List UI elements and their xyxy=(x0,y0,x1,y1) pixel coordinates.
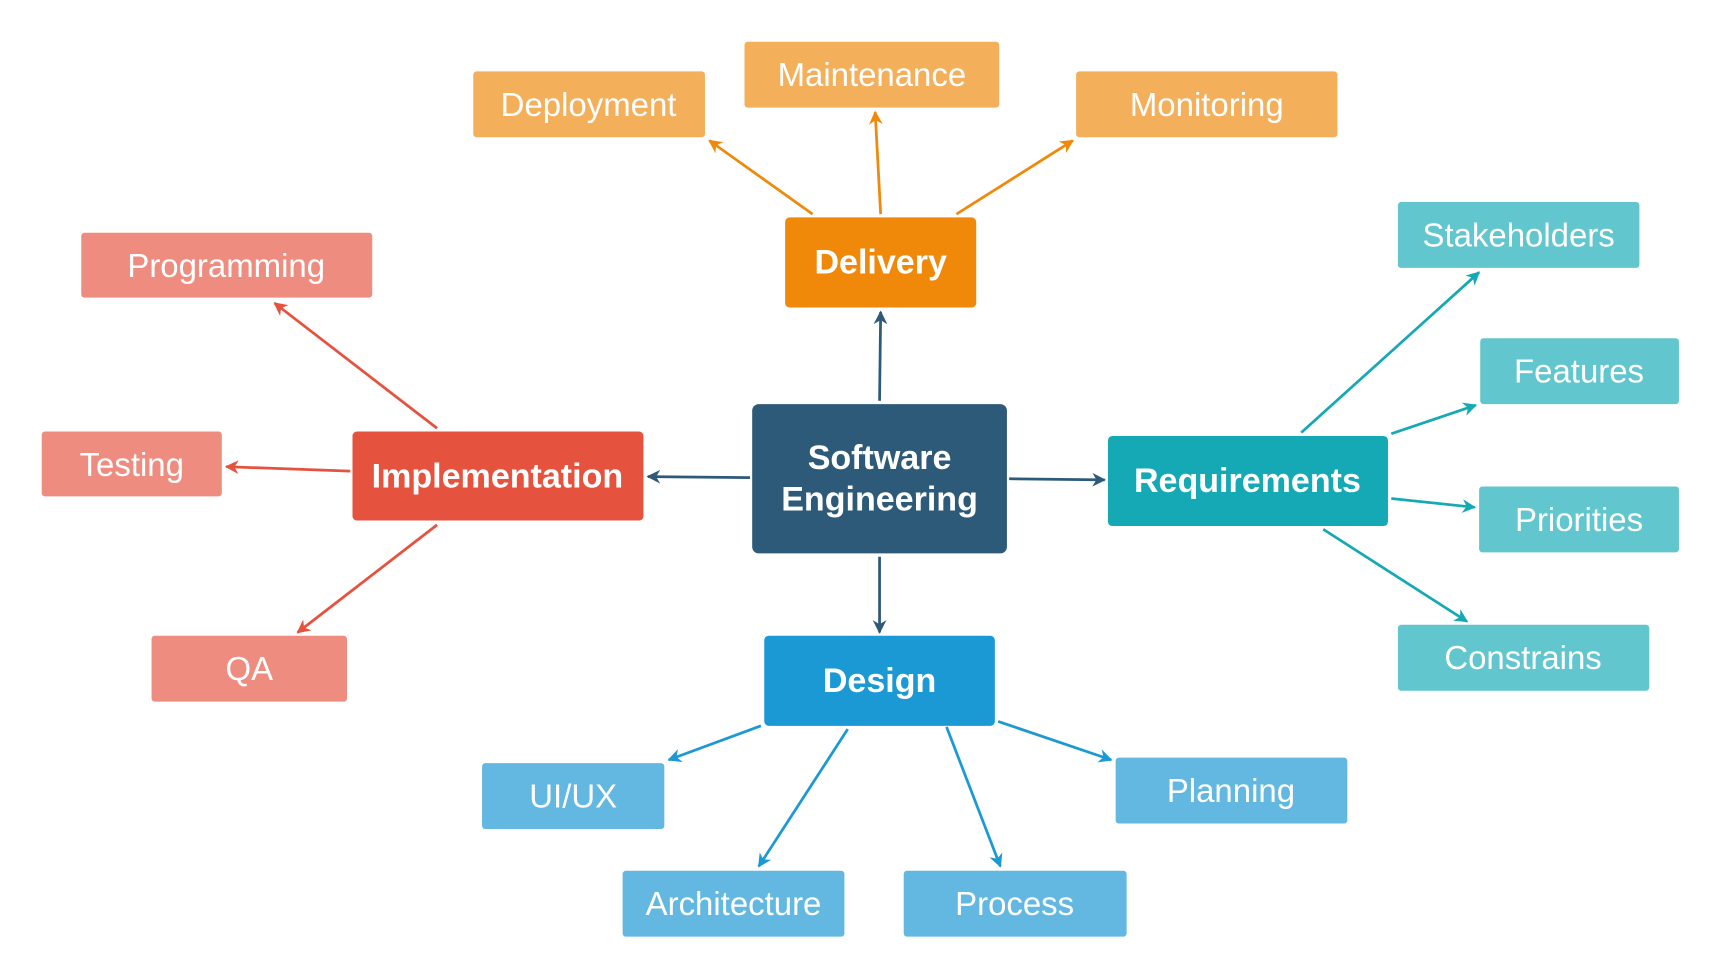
node-qa: QA xyxy=(151,635,347,702)
qa-label: QA xyxy=(225,650,273,687)
testing-label: Testing xyxy=(80,446,184,483)
node-constrains: Constrains xyxy=(1397,624,1650,691)
process-label: Process xyxy=(955,885,1074,922)
monitoring-label: Monitoring xyxy=(1130,86,1284,123)
arrow-to-testing xyxy=(224,460,351,474)
node-priorities: Priorities xyxy=(1479,486,1679,553)
maintenance-label: Maintenance xyxy=(778,56,967,93)
node-requirements: Requirements xyxy=(1107,435,1388,526)
design-label: Design xyxy=(823,662,936,700)
arrow-to-planning xyxy=(997,720,1113,763)
center-label-line2: Engineering xyxy=(781,481,978,519)
arrow-to-stakeholders xyxy=(1300,271,1481,434)
arrow-to-process xyxy=(945,726,1003,868)
implementation-label: Implementation xyxy=(372,458,623,496)
mind-map: Software Engineering Delivery Deployment… xyxy=(41,41,1679,937)
arrow-to-uiux xyxy=(667,724,762,763)
planning-label: Planning xyxy=(1167,772,1295,809)
node-maintenance: Maintenance xyxy=(744,41,1000,108)
arrow-to-maintenance xyxy=(868,110,883,215)
arrow-center-to-delivery xyxy=(873,310,888,401)
node-testing: Testing xyxy=(41,431,222,497)
arrow-to-monitoring xyxy=(955,139,1074,216)
node-implementation: Implementation xyxy=(352,431,644,521)
arrow-to-priorities xyxy=(1391,497,1477,513)
deployment-label: Deployment xyxy=(501,86,677,123)
center-label-line1: Software xyxy=(808,439,952,477)
arrow-center-to-implementation xyxy=(646,469,751,484)
arrow-to-qa xyxy=(296,523,438,634)
features-label: Features xyxy=(1514,353,1644,390)
node-uiux: UI/UX xyxy=(482,763,665,830)
programming-label: Programming xyxy=(127,247,325,284)
node-process: Process xyxy=(903,870,1127,937)
requirements-label: Requirements xyxy=(1134,462,1361,500)
uiux-label: UI/UX xyxy=(529,778,617,815)
node-programming: Programming xyxy=(81,232,373,298)
delivery-label: Delivery xyxy=(814,243,947,281)
stakeholders-label: Stakeholders xyxy=(1423,216,1615,253)
arrow-to-architecture xyxy=(757,728,849,868)
arrow-to-deployment xyxy=(708,139,814,216)
node-planning: Planning xyxy=(1115,757,1348,824)
constrains-label: Constrains xyxy=(1444,639,1601,676)
node-deployment: Deployment xyxy=(473,71,705,138)
arrow-to-constrains xyxy=(1322,528,1469,623)
node-architecture: Architecture xyxy=(622,870,845,937)
architecture-label: Architecture xyxy=(646,885,822,922)
node-delivery: Delivery xyxy=(785,217,977,308)
arrow-to-programming xyxy=(273,301,438,430)
arrow-center-to-requirements xyxy=(1009,472,1107,487)
node-design: Design xyxy=(764,635,995,726)
priorities-label: Priorities xyxy=(1515,501,1643,538)
node-monitoring: Monitoring xyxy=(1076,71,1338,138)
node-stakeholders: Stakeholders xyxy=(1397,202,1640,268)
node-features: Features xyxy=(1480,338,1679,405)
node-software-engineering: Software Engineering xyxy=(752,404,1007,554)
arrow-to-features xyxy=(1390,402,1478,436)
